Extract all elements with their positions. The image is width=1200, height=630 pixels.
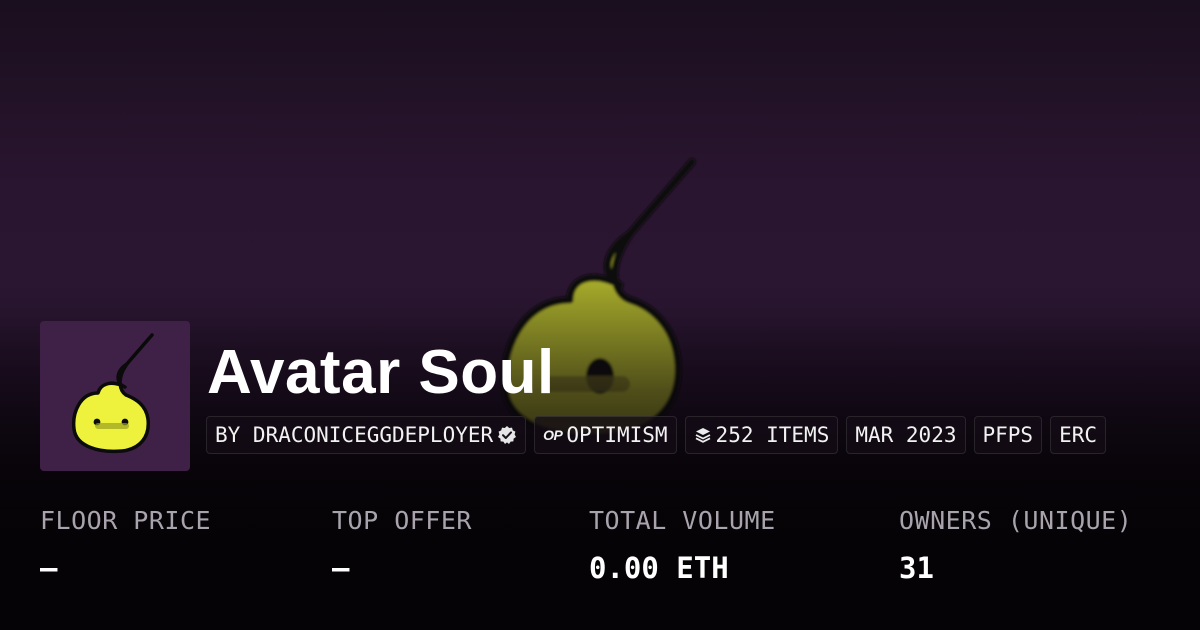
stat-floor-price: FLOOR PRICE – (40, 506, 211, 585)
category-chip[interactable]: PFPS (973, 416, 1043, 454)
stat-total-volume: TOTAL VOLUME 0.00 ETH (589, 506, 776, 585)
stat-label: TOTAL VOLUME (589, 506, 776, 535)
layers-icon (694, 426, 712, 444)
creature-thumbnail-art (71, 333, 154, 454)
stat-label: FLOOR PRICE (40, 506, 212, 535)
chain-chip[interactable]: OP OPTIMISM (534, 416, 677, 454)
token-standard-label: ERC (1059, 423, 1098, 447)
chain-label: OPTIMISM (566, 423, 668, 447)
collection-title: Avatar Soul (207, 338, 555, 407)
items-count-label: 252 ITEMS (715, 423, 830, 447)
collection-thumbnail[interactable] (40, 321, 190, 471)
category-label: PFPS (982, 423, 1034, 447)
stat-label: TOP OFFER (332, 506, 472, 535)
stat-value: – (40, 551, 58, 585)
stat-value: 0.00 ETH (589, 551, 729, 585)
optimism-icon: OP (543, 427, 563, 443)
created-date-label: MAR 2023 (855, 423, 957, 447)
verified-badge-icon (497, 425, 517, 445)
creator-label: BY DRACONICEGGDEPLOYER (215, 423, 494, 447)
stat-top-offer: TOP OFFER – (332, 506, 472, 585)
stat-value: – (332, 551, 350, 585)
creator-chip[interactable]: BY DRACONICEGGDEPLOYER (206, 416, 527, 454)
collection-metadata-chips: BY DRACONICEGGDEPLOYER OP OPTIMISM 252 I… (206, 416, 1107, 454)
stat-label: OWNERS (UNIQUE) (899, 506, 1133, 535)
date-chip: MAR 2023 (846, 416, 966, 454)
stat-owners: OWNERS (UNIQUE) 31 (899, 506, 1132, 585)
token-standard-chip: ERC (1050, 416, 1107, 454)
stat-value: 31 (899, 551, 934, 585)
items-chip[interactable]: 252 ITEMS (684, 416, 839, 454)
